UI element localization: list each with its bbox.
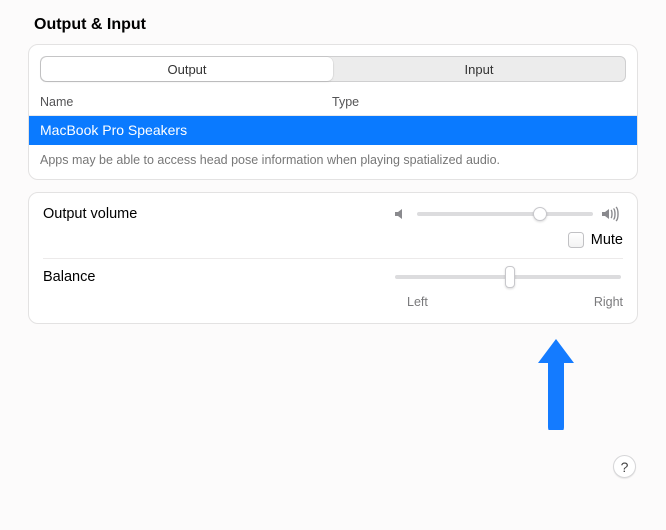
mute-checkbox[interactable] [568, 232, 584, 248]
balance-ticks: Left Right [393, 295, 637, 319]
output-volume-row: Output volume [29, 196, 637, 232]
balance-left-label: Left [407, 295, 428, 309]
device-table-header: Name Type [29, 93, 637, 116]
balance-right-label: Right [594, 295, 623, 309]
tab-input[interactable]: Input [333, 57, 625, 81]
col-type: Type [332, 95, 626, 109]
devices-panel: Output Input Name Type MacBook Pro Speak… [28, 44, 638, 180]
tab-output[interactable]: Output [41, 57, 333, 81]
section-title: Output & Input [34, 16, 638, 34]
balance-row: Balance [29, 259, 637, 295]
speaker-low-icon [393, 206, 409, 222]
output-input-segmented[interactable]: Output Input [40, 56, 626, 82]
balance-slider[interactable] [395, 275, 621, 279]
callout-arrow-icon [532, 335, 580, 430]
speaker-high-icon [601, 206, 623, 222]
device-row[interactable]: MacBook Pro Speakers [29, 116, 637, 145]
output-volume-label: Output volume [43, 206, 393, 222]
mute-label: Mute [591, 232, 623, 248]
balance-label: Balance [43, 269, 393, 285]
output-controls-panel: Output volume Mute [28, 192, 638, 324]
help-button[interactable]: ? [613, 455, 636, 478]
output-volume-slider[interactable] [417, 212, 593, 216]
spatial-audio-hint: Apps may be able to access head pose inf… [29, 145, 637, 179]
col-name: Name [40, 95, 332, 109]
